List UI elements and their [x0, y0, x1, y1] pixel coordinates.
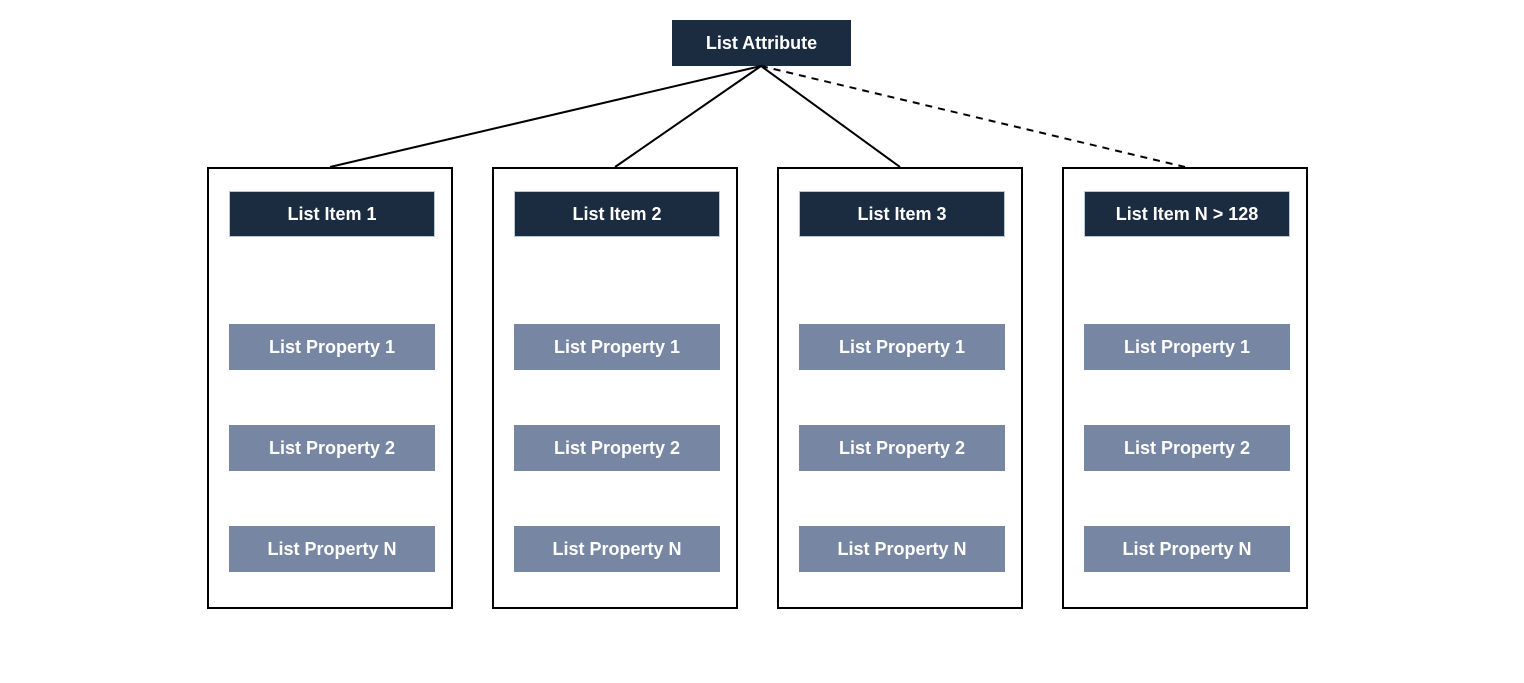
list-property: List Property 1 — [1084, 324, 1290, 370]
list-property: List Property 2 — [799, 425, 1005, 471]
list-property: List Property N — [799, 526, 1005, 572]
list-property: List Property 2 — [229, 425, 435, 471]
root-node: List Attribute — [672, 20, 851, 66]
list-property: List Property 1 — [229, 324, 435, 370]
list-item-column: List Item 1 List Property 1 List Propert… — [207, 167, 453, 609]
list-item-header: List Item 2 — [514, 191, 720, 237]
list-item-header: List Item 3 — [799, 191, 1005, 237]
list-item-column: List Item 3 List Property 1 List Propert… — [777, 167, 1023, 609]
list-property: List Property N — [229, 526, 435, 572]
list-property: List Property 1 — [514, 324, 720, 370]
list-property: List Property N — [1084, 526, 1290, 572]
list-item-column: List Item N > 128 List Property 1 List P… — [1062, 167, 1308, 609]
list-item-column: List Item 2 List Property 1 List Propert… — [492, 167, 738, 609]
list-property: List Property 2 — [1084, 425, 1290, 471]
list-property: List Property N — [514, 526, 720, 572]
list-property: List Property 2 — [514, 425, 720, 471]
list-item-header: List Item N > 128 — [1084, 191, 1290, 237]
list-property: List Property 1 — [799, 324, 1005, 370]
list-item-header: List Item 1 — [229, 191, 435, 237]
